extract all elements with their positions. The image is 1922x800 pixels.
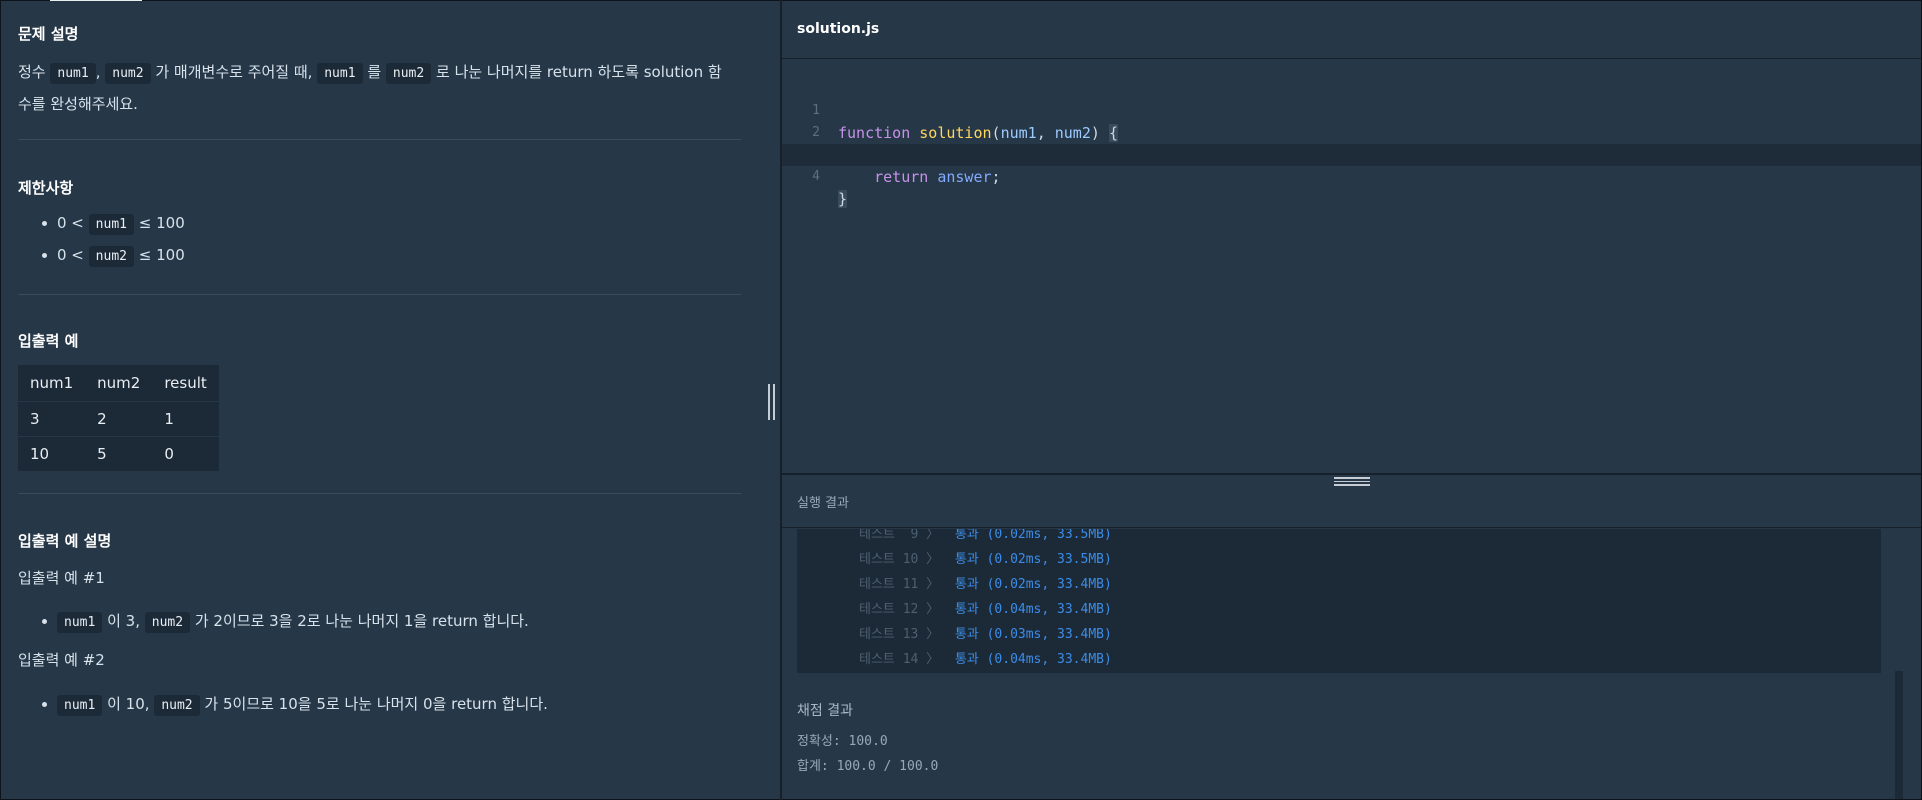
total-text: 합계: 100.0 / 100.0 — [797, 759, 939, 774]
divider — [18, 493, 741, 494]
divider — [18, 294, 741, 295]
vertical-resize-handle[interactable] — [768, 384, 777, 420]
result-line: 테스트 11 〉 통과 (0.02ms, 33.4MB) — [859, 577, 1112, 592]
constraints-section: 제한사항 — [18, 177, 741, 198]
line-number: 4 — [812, 169, 820, 184]
result-line: 테스트 14 〉 통과 (0.04ms, 33.4MB) — [859, 652, 1112, 667]
constraints-list: 0 < num1 ≤ 100 0 < num2 ≤ 100 — [18, 208, 741, 272]
table-cell: 5 — [85, 436, 153, 472]
result-line: 테스트 13 〉 통과 (0.03ms, 33.4MB) — [859, 627, 1112, 642]
table-row: 10 5 0 — [18, 436, 220, 472]
table-cell: 1 — [152, 401, 220, 437]
table-cell: 2 — [85, 401, 153, 437]
example2-label: 입출력 예 #2 — [18, 651, 105, 669]
description-heading: 문제 설명 — [18, 25, 79, 43]
description-line-2: 수를 완성해주세요. — [18, 95, 138, 113]
examples-heading: 입출력 예 — [18, 332, 79, 350]
var-num2: num2 — [105, 63, 151, 84]
table-header: num1 — [18, 365, 86, 402]
result-output[interactable]: 테스트 9 〉 통과 (0.02ms, 33.5MB) 테스트 10 〉 통과 … — [797, 529, 1881, 673]
grade-title: 채점 결과 — [797, 703, 853, 719]
result-line: 테스트 10 〉 통과 (0.02ms, 33.5MB) — [859, 552, 1112, 567]
examples-section: 입출력 예 — [18, 330, 741, 351]
explain-section: 입출력 예 설명 — [18, 530, 741, 551]
table-cell: 0 — [152, 436, 220, 472]
example2-item: num1 이 10, num2 가 5이므로 10을 5로 나눈 나머지 0을 … — [18, 689, 741, 721]
explain-heading: 입출력 예 설명 — [18, 532, 112, 550]
table-header-row: num1 num2 result — [18, 365, 220, 402]
var-num1: num1 — [50, 63, 96, 84]
example1-item: num1 이 3, num2 가 2이므로 3을 2로 나눈 나머지 1을 re… — [18, 606, 741, 638]
result-line: 테스트 12 〉 통과 (0.04ms, 33.4MB) — [859, 602, 1112, 617]
var-num1: num1 — [317, 63, 363, 84]
table-cell: 10 — [18, 436, 86, 472]
code-editor[interactable]: 1 function solution(num1, num2) { 2 var … — [782, 59, 1921, 473]
description-section: 문제 설명 — [18, 23, 741, 44]
table-row: 3 2 1 — [18, 401, 220, 437]
divider — [18, 139, 741, 140]
description-line-1: 정수 num1, num2 가 매개변수로 주어질 때, num1 를 num2… — [18, 57, 741, 89]
result-scrollbar[interactable] — [1895, 671, 1903, 799]
description-text: 정수 num1, num2 가 매개변수로 주어질 때, num1 를 num2… — [18, 57, 741, 119]
accuracy-text: 정확성: 100.0 — [797, 734, 888, 749]
editor-filename: solution.js — [797, 21, 880, 37]
table-cell: 3 — [18, 401, 86, 437]
constraints-heading: 제한사항 — [18, 179, 74, 197]
code-line[interactable]: 1 function solution(num1, num2) { — [782, 78, 1921, 142]
code-line[interactable]: 2 var answer = num1%num2; — [782, 100, 1921, 164]
result-header: 실행 결과 — [782, 475, 1921, 528]
example1-label: 입출력 예 #1 — [18, 569, 105, 587]
table-header: result — [152, 365, 220, 402]
table-header: num2 — [85, 365, 153, 402]
result-title: 실행 결과 — [797, 496, 849, 511]
example1: 입출력 예 #1 — [18, 563, 741, 593]
example2: 입출력 예 #2 — [18, 645, 741, 675]
example2-explain: num1 이 10, num2 가 5이므로 10을 5로 나눈 나머지 0을 … — [18, 689, 741, 721]
problem-panel: 문제 설명 정수 num1, num2 가 매개변수로 주어질 때, num1 … — [1, 1, 780, 798]
io-table: num1 num2 result 3 2 1 10 5 0 — [18, 365, 220, 472]
code-line[interactable]: 3 return answer; — [782, 122, 1921, 186]
editor-panel: solution.js 1 function solution(num1, nu… — [782, 1, 1921, 799]
result-line: 테스트 9 〉 통과 (0.02ms, 33.5MB) — [859, 529, 1112, 542]
example1-explain: num1 이 3, num2 가 2이므로 3을 2로 나눈 나머지 1을 re… — [18, 606, 741, 638]
code-line-active[interactable]: 4 } — [782, 144, 1921, 208]
editor-header: solution.js — [782, 1, 1921, 59]
constraint-item: 0 < num1 ≤ 100 — [18, 208, 741, 240]
constraint-item: 0 < num2 ≤ 100 — [18, 240, 741, 272]
var-num2: num2 — [385, 63, 432, 84]
